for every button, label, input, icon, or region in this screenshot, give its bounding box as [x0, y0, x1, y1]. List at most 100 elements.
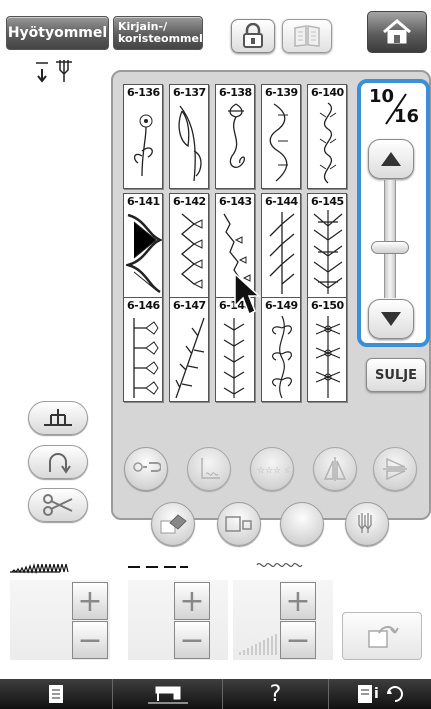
stitch-code: 6-143: [219, 195, 252, 208]
stitch-pattern-icon: [228, 103, 245, 168]
presser-foot-icon: [44, 409, 72, 426]
scroll-thumb[interactable]: [371, 241, 409, 254]
eraser-button[interactable]: [151, 502, 195, 546]
length-minus-button[interactable]: −: [174, 621, 210, 659]
lock-icon: [243, 23, 263, 48]
tab-utility[interactable]: Hyötyommel: [6, 16, 109, 50]
stitch-tile-6-138[interactable]: 6-138: [215, 84, 255, 189]
stitch-pattern-icon: [313, 210, 343, 294]
home-button[interactable]: [367, 11, 427, 53]
length-icon: [128, 566, 188, 568]
stitch-tile-6-150[interactable]: 6-150: [307, 297, 347, 402]
stitch-code: 6-142: [173, 195, 206, 208]
stitch-pattern-icon: [178, 105, 202, 182]
density-bars-icon: [239, 634, 277, 655]
width-minus-button[interactable]: −: [72, 621, 108, 659]
stitch-pattern-icon: [272, 315, 292, 399]
twin-needle-icon: [358, 513, 372, 533]
stitch-pattern-icon: [269, 103, 288, 182]
stitch-pattern-button[interactable]: ☆☆☆ ☆: [250, 447, 294, 491]
stitch-pattern-icon: [175, 317, 205, 399]
stitch-pattern-icon: [269, 212, 295, 294]
page-icon: [49, 685, 63, 703]
help-button[interactable]: ?: [222, 679, 328, 709]
page-indicator: 10 16: [366, 86, 422, 132]
stitch-tile-6-137[interactable]: 6-137: [169, 84, 209, 189]
tab-decorative[interactable]: Kirjain-/ koristeommel: [113, 16, 203, 50]
blank-circle-button[interactable]: [280, 502, 324, 546]
down-arrow-icon: [381, 312, 401, 326]
close-button[interactable]: SULJE: [366, 358, 426, 392]
stitch-tile-6-147[interactable]: 6-147: [169, 297, 209, 402]
needle-position-icon: [36, 60, 72, 83]
stitch-tile-6-141[interactable]: 6-141: [123, 193, 163, 298]
size-icon: [225, 516, 252, 532]
needle-mode-button[interactable]: [28, 445, 88, 479]
density-plus-button[interactable]: +: [280, 582, 316, 620]
scroll-down-button[interactable]: [368, 299, 414, 339]
settings-button[interactable]: i: [328, 679, 431, 709]
stitch-pattern-icon: [133, 318, 159, 398]
eraser-icon: [160, 514, 187, 534]
stitch-code: 6-146: [127, 299, 160, 312]
density-icon: [256, 563, 303, 567]
length-plus-button[interactable]: +: [174, 582, 210, 620]
sew-repeat-icon: [201, 458, 220, 479]
stitch-tile-6-149[interactable]: 6-149: [261, 297, 301, 402]
sew-repeat-button[interactable]: [187, 447, 231, 491]
stitch-tile-6-144[interactable]: 6-144: [261, 193, 301, 298]
stitch-pattern-icon: [319, 102, 337, 184]
stitch-code: 6-145: [311, 195, 344, 208]
stitch-pattern-icon: [133, 114, 153, 177]
return-icon: [368, 626, 399, 648]
stitch-code: 6-144: [265, 195, 298, 208]
scroll-up-button[interactable]: [368, 139, 414, 179]
svg-text:i: i: [374, 686, 379, 702]
svg-text:☆☆☆ ☆: ☆☆☆ ☆: [257, 466, 289, 476]
width-icon: [10, 562, 69, 575]
stitch-code: 6-139: [265, 86, 298, 99]
stitch-code: 6-141: [127, 195, 160, 208]
stitch-tile-6-145[interactable]: 6-145: [307, 193, 347, 298]
scissors-icon: [43, 494, 73, 516]
stitch-stars-icon: ☆☆☆ ☆: [257, 466, 289, 476]
return-button[interactable]: [342, 612, 422, 660]
sewing-machine-button[interactable]: [112, 679, 222, 709]
stitch-tile-6-140[interactable]: 6-140: [307, 84, 347, 189]
book-button[interactable]: [282, 19, 332, 53]
stitch-tile-6-146[interactable]: 6-146: [123, 297, 163, 402]
mirror-horizontal-icon: [383, 457, 407, 481]
stitch-code: 6-147: [173, 299, 206, 312]
cursor-arrow: [234, 272, 261, 316]
size-button[interactable]: [217, 502, 261, 546]
presser-foot-button[interactable]: [28, 401, 88, 435]
density-minus-button[interactable]: −: [280, 621, 316, 659]
stitch-code: 6-138: [219, 86, 252, 99]
stitch-code: 6-136: [127, 86, 160, 99]
settings-icon: i: [358, 685, 403, 703]
stitch-tile-6-139[interactable]: 6-139: [261, 84, 301, 189]
sewing-machine-icon: [147, 686, 188, 704]
mirror-vertical-icon: [323, 457, 347, 481]
home-icon: [383, 19, 411, 44]
twin-needle-button[interactable]: [345, 502, 389, 546]
lock-button[interactable]: [231, 19, 275, 53]
stitch-tile-6-142[interactable]: 6-142: [169, 193, 209, 298]
stitch-pattern-icon: [223, 318, 245, 398]
width-plus-button[interactable]: +: [72, 582, 108, 620]
needle-mode-icon: [49, 453, 71, 474]
stitch-code: 6-149: [265, 299, 298, 312]
stitch-code: 6-137: [173, 86, 206, 99]
stitch-pattern-icon: [126, 213, 162, 294]
stitch-edit-button[interactable]: [124, 447, 168, 491]
mirror-vertical-button[interactable]: [313, 447, 357, 491]
scissors-button[interactable]: [28, 488, 88, 522]
stitch-edit-icon: [133, 462, 161, 472]
stitch-tile-6-136[interactable]: 6-136: [123, 84, 163, 189]
bottom-bar: ? i: [0, 679, 431, 709]
scroll-track[interactable]: [384, 180, 396, 298]
up-arrow-icon: [381, 152, 401, 166]
stitch-code: 6-140: [311, 86, 344, 99]
mirror-horizontal-button[interactable]: [373, 447, 417, 491]
page-button[interactable]: [0, 679, 112, 709]
